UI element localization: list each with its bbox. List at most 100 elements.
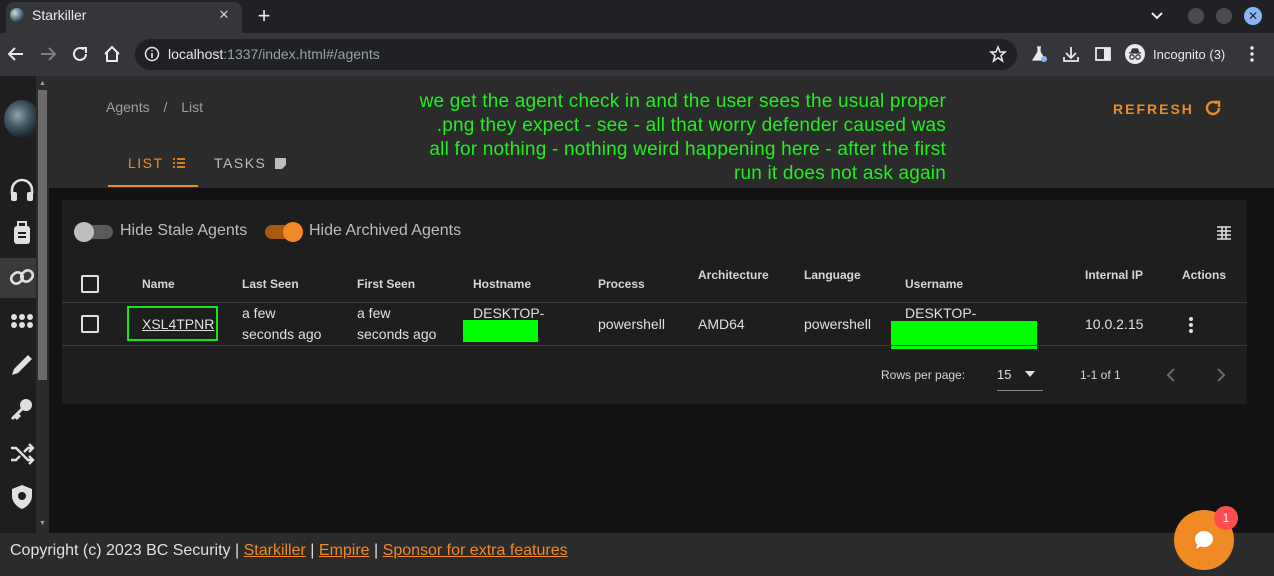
close-window-button[interactable]: ✕ [1244,7,1262,25]
breadcrumb-agents[interactable]: Agents [106,99,150,115]
column-header-first-seen[interactable]: First Seen [357,277,415,291]
column-header-architecture[interactable]: Architecture [698,268,769,282]
column-header-language[interactable]: Language [804,268,861,282]
copyright-text: Copyright (c) 2023 BC Security | [10,542,240,559]
refresh-button[interactable]: REFRESH [1113,99,1222,117]
column-header-actions: Actions [1182,268,1227,282]
listeners-headphones-icon[interactable] [8,176,36,204]
modules-grid-icon[interactable] [8,307,36,335]
browser-tab-title: Starkiller [32,7,87,23]
rows-per-page-select[interactable]: 15 [997,367,1011,382]
flask-extension-icon[interactable] [1030,45,1048,63]
tab-search-chevron-icon[interactable] [1146,6,1168,26]
annotation-line: all for nothing - nothing weird happenin… [429,139,946,160]
cell-last-seen-line: a few [242,305,276,321]
row-select-checkbox[interactable] [81,315,99,333]
rows-per-page-label: Rows per page: [881,368,966,382]
empire-link[interactable]: Empire [319,542,370,559]
tab-list-underline [108,185,198,187]
new-tab-button[interactable]: + [252,3,276,29]
hide-archived-label: Hide Archived Agents [309,222,462,239]
reload-icon[interactable] [69,43,91,65]
hide-stale-label: Hide Stale Agents [120,222,248,239]
breadcrumb: Agents / List [106,99,203,115]
cell-last-seen: a few seconds ago [242,303,321,345]
maximize-window-button[interactable] [1216,8,1232,24]
agents-link-icon[interactable] [8,263,36,291]
hide-stale-toggle-knob[interactable] [74,222,94,242]
breadcrumb-list: List [181,99,204,115]
side-panel-icon[interactable] [1094,45,1112,63]
cell-process: powershell [598,316,665,332]
cell-first-seen-line: seconds ago [357,326,437,342]
browser-menu-icon[interactable] [1245,45,1259,63]
scroll-up-arrow-icon[interactable]: ▲ [38,80,47,88]
hide-archived-toggle-knob[interactable] [283,222,303,242]
cell-language: powershell [804,316,871,332]
tab-close-icon[interactable]: ✕ [214,5,234,25]
starkiller-logo[interactable] [4,100,40,138]
select-all-checkbox[interactable] [81,275,99,293]
footer-text: Copyright (c) 2023 BC Security | Starkil… [10,542,568,560]
next-page-icon[interactable] [1214,367,1228,383]
table-row-divider [62,345,1247,346]
credentials-key-icon[interactable] [8,395,36,423]
column-header-internal-ip[interactable]: Internal IP [1085,268,1143,282]
column-header-last-seen[interactable]: Last Seen [242,277,299,291]
hostname-redaction [463,320,538,342]
site-info-icon[interactable] [144,46,160,62]
rows-per-page-underline [997,390,1043,391]
tab-tasks[interactable]: TASKS [214,155,286,171]
pagination-range: 1-1 of 1 [1080,368,1121,382]
agent-name-link[interactable]: XSL4TPNR [142,316,214,332]
forward-arrow-icon[interactable] [37,43,59,65]
starkiller-favicon-icon [10,8,24,22]
incognito-profile-label[interactable]: Incognito (3) [1153,47,1225,62]
refresh-icon [1205,100,1220,116]
bookmark-star-icon[interactable] [989,45,1007,63]
previous-page-icon[interactable] [1164,367,1178,383]
refresh-label: REFRESH [1113,101,1194,117]
column-view-icon[interactable] [1216,225,1232,241]
stagers-luggage-icon[interactable] [8,219,36,247]
row-actions-menu-icon[interactable] [1184,316,1198,334]
sidebar-scrollbar-thumb[interactable] [38,90,47,380]
column-header-name[interactable]: Name [142,277,175,291]
minimize-window-button[interactable] [1188,8,1204,24]
annotation-line: we get the agent check in and the user s… [419,91,946,112]
cell-first-seen: a few seconds ago [357,303,436,345]
chat-bubble-icon [1195,531,1213,549]
scroll-down-arrow-icon[interactable]: ▼ [38,520,47,528]
tasks-note-icon [274,158,286,169]
url-text: localhost:1337/index.html#/agents [168,46,380,62]
tab-list-label: LIST [128,155,164,171]
home-icon[interactable] [101,43,123,65]
annotation-overlay: we get the agent check in and the user s… [300,90,946,186]
tab-tasks-label: TASKS [214,155,267,171]
cell-last-seen-line: seconds ago [242,326,322,342]
shuffle-icon[interactable] [8,440,36,468]
back-arrow-icon[interactable] [5,43,27,65]
annotation-line: run it does not ask again [733,163,946,184]
column-header-hostname[interactable]: Hostname [473,277,531,291]
cell-internal-ip: 10.0.2.15 [1085,316,1144,332]
column-header-username[interactable]: Username [905,277,963,291]
tab-list[interactable]: LIST [128,155,185,171]
list-icon [172,158,185,168]
footer-separator: | [310,542,315,559]
chat-notification-badge: 1 [1214,506,1238,530]
plugins-pencil-icon[interactable] [8,351,36,379]
download-icon[interactable] [1062,45,1080,63]
breadcrumb-separator: / [163,99,168,115]
column-header-process[interactable]: Process [598,277,645,291]
incognito-icon[interactable] [1124,43,1146,65]
sponsor-link[interactable]: Sponsor for extra features [383,542,568,559]
starkiller-link[interactable]: Starkiller [244,542,306,559]
footer-separator: | [374,542,379,559]
dropdown-caret-icon[interactable] [1024,370,1036,378]
annotation-line: .png they expect - see - all that worry … [436,115,946,136]
url-host: localhost [168,46,224,62]
url-path: :1337/index.html#/agents [223,46,380,62]
settings-shield-icon[interactable] [8,483,36,511]
cell-architecture: AMD64 [698,316,745,332]
